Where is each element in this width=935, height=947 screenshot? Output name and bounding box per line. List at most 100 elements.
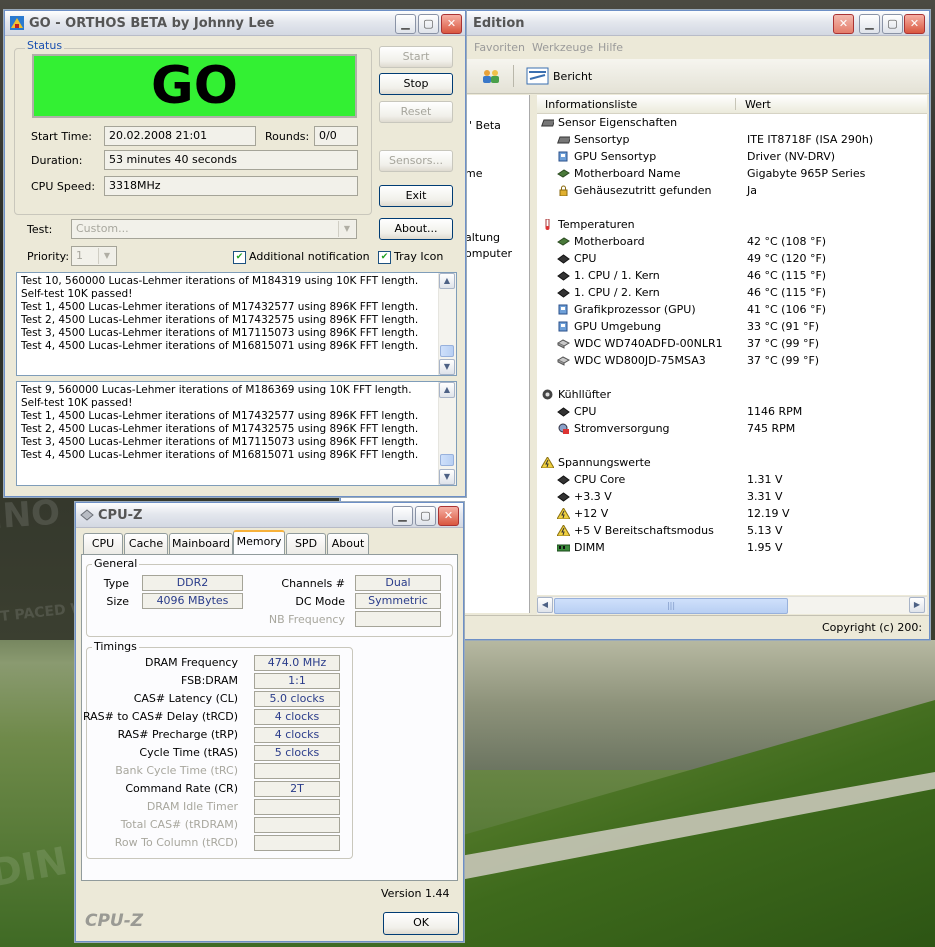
chevron-down-icon[interactable]: ▼ xyxy=(98,248,115,264)
tree-item[interactable]: me xyxy=(465,167,482,180)
timing-value: 4 clocks xyxy=(254,727,340,743)
scroll-up-icon[interactable]: ▲ xyxy=(439,273,455,289)
reset-button[interactable]: Reset xyxy=(379,101,453,123)
horizontal-scrollbar[interactable]: ◀ ||| ▶ xyxy=(537,596,927,614)
item-value: 1.95 V xyxy=(747,541,783,554)
additional-notification-checkbox[interactable]: ✔ Additional notification xyxy=(233,250,370,264)
item-label: CPU Core xyxy=(574,473,626,486)
cpu1-log[interactable]: Test 10, 560000 Lucas-Lehmer iterations … xyxy=(16,272,457,376)
cpuz-brand-logo: CPU-Z xyxy=(85,911,144,931)
dimm-icon xyxy=(556,542,571,553)
gpu-icon xyxy=(557,304,570,315)
scroll-left-icon[interactable]: ◀ xyxy=(537,597,553,613)
cpuz-titlebar[interactable]: CPU-Z ▁ ▢ ✕ xyxy=(76,503,463,528)
nb-frequency-label: NB Frequency xyxy=(268,613,345,626)
maximize-button[interactable]: ▢ xyxy=(415,506,436,526)
chevron-down-icon[interactable]: ▼ xyxy=(338,221,355,237)
tree-item[interactable]: ' Beta xyxy=(469,119,501,132)
item-label: CPU xyxy=(574,405,597,418)
psu-icon xyxy=(557,423,570,434)
scroll-down-icon[interactable]: ▼ xyxy=(439,469,455,485)
item-label: Temperaturen xyxy=(558,218,635,231)
cpu2-log[interactable]: Test 9, 560000 Lucas-Lehmer iterations o… xyxy=(16,381,457,486)
orthos-app-icon xyxy=(9,15,25,31)
cpuz-title: CPU-Z xyxy=(98,507,143,523)
tab-cpu[interactable]: CPU xyxy=(83,533,123,554)
minimize-button[interactable]: ▁ xyxy=(392,506,413,526)
volt-icon xyxy=(556,524,571,537)
scroll-thumb[interactable]: ||| xyxy=(554,598,788,614)
tray-icon-checkbox[interactable]: ✔ Tray Icon xyxy=(378,250,443,264)
column-header-value[interactable]: Wert xyxy=(745,98,771,111)
priority-select[interactable]: 1 ▼ xyxy=(71,246,117,266)
item-label: Spannungswerte xyxy=(558,456,651,469)
cpuz-tabs: CPU Cache Mainboard Memory SPD About xyxy=(83,530,453,555)
log-line: Self-test 10K passed! xyxy=(21,288,133,300)
version-label: Version 1.44 xyxy=(381,887,450,900)
item-label: Gehäusezutritt gefunden xyxy=(574,184,712,197)
type-label: Type xyxy=(103,577,129,590)
item-label: +3.3 V xyxy=(574,490,612,503)
column-header-item[interactable]: Informationsliste xyxy=(545,98,637,111)
scroll-thumb[interactable] xyxy=(440,454,454,466)
timing-value xyxy=(254,763,340,779)
exit-button[interactable]: Exit xyxy=(379,185,453,207)
rounds-field: 0/0 xyxy=(314,126,358,146)
item-value: 12.19 V xyxy=(747,507,790,520)
tree-item[interactable]: altung xyxy=(465,231,500,244)
everest-title: Edition xyxy=(473,15,525,31)
menu-werkzeuge[interactable]: Werkzeuge xyxy=(532,41,593,54)
vertical-scrollbar[interactable]: ▲ ▼ xyxy=(438,382,456,485)
menu-favoriten[interactable]: Favoriten xyxy=(474,41,525,54)
tab-memory[interactable]: Memory xyxy=(233,530,285,555)
ok-button[interactable]: OK xyxy=(383,912,459,935)
close-button[interactable]: ✕ xyxy=(441,14,462,34)
timings-group-label: Timings xyxy=(92,640,139,653)
scroll-up-icon[interactable]: ▲ xyxy=(439,382,455,398)
maximize-button[interactable]: ▢ xyxy=(418,14,439,34)
stop-button[interactable]: Stop xyxy=(379,73,453,95)
sensor-icon xyxy=(557,134,572,145)
close-button[interactable]: ✕ xyxy=(904,14,925,34)
item-label: WDC WD800JD-75MSA3 xyxy=(574,354,706,367)
report-button-label[interactable]: Bericht xyxy=(553,70,592,83)
item-value: 46 °C (115 °F) xyxy=(747,286,827,299)
tab-spd[interactable]: SPD xyxy=(286,533,326,554)
start-button[interactable]: Start xyxy=(379,46,453,68)
close-icon[interactable]: ✕ xyxy=(833,14,854,34)
timing-label: Cycle Time (tRAS) xyxy=(139,746,238,759)
tree-item[interactable]: omputer xyxy=(465,247,512,260)
item-value: 745 RPM xyxy=(747,422,796,435)
timing-label: FSB:DRAM xyxy=(180,674,238,687)
timing-label: DRAM Frequency xyxy=(144,656,238,669)
item-label: 1. CPU / 2. Kern xyxy=(574,286,660,299)
scroll-down-icon[interactable]: ▼ xyxy=(439,359,455,375)
item-value: ITE IT8718F (ISA 290h) xyxy=(747,133,874,146)
scroll-thumb[interactable] xyxy=(440,345,454,357)
minimize-button[interactable]: ▁ xyxy=(859,14,880,34)
menu-hilfe[interactable]: Hilfe xyxy=(598,41,623,54)
sensors-button[interactable]: Sensors... xyxy=(379,150,453,172)
log-line: Test 2, 4500 Lucas-Lehmer iterations of … xyxy=(21,314,419,326)
tray-icon-label: Tray Icon xyxy=(394,250,444,263)
vertical-scrollbar[interactable]: ▲ ▼ xyxy=(438,273,456,375)
status-copyright: Copyright (c) 200: xyxy=(822,621,923,634)
item-label: WDC WD740ADFD-00NLR1 xyxy=(574,337,723,350)
checkmark-icon[interactable]: ✔ xyxy=(233,250,246,264)
orthos-titlebar[interactable]: GO - ORTHOS BETA by Johnny Lee ▁ ▢ ✕ xyxy=(5,11,465,36)
test-select[interactable]: Custom... ▼ xyxy=(71,219,357,239)
report-icon[interactable] xyxy=(526,67,550,85)
tab-about[interactable]: About xyxy=(327,533,369,554)
volt-icon xyxy=(540,456,555,469)
tab-cache[interactable]: Cache xyxy=(124,533,168,554)
minimize-button[interactable]: ▁ xyxy=(395,14,416,34)
maximize-button[interactable]: ▢ xyxy=(882,14,903,34)
tab-mainboard[interactable]: Mainboard xyxy=(169,533,233,554)
item-value: 37 °C (99 °F) xyxy=(747,337,820,350)
about-button[interactable]: About... xyxy=(379,218,453,240)
close-button[interactable]: ✕ xyxy=(438,506,459,526)
scroll-right-icon[interactable]: ▶ xyxy=(909,597,925,613)
item-label: Motherboard Name xyxy=(574,167,681,180)
checkmark-icon[interactable]: ✔ xyxy=(378,250,391,264)
users-icon[interactable] xyxy=(481,68,501,84)
